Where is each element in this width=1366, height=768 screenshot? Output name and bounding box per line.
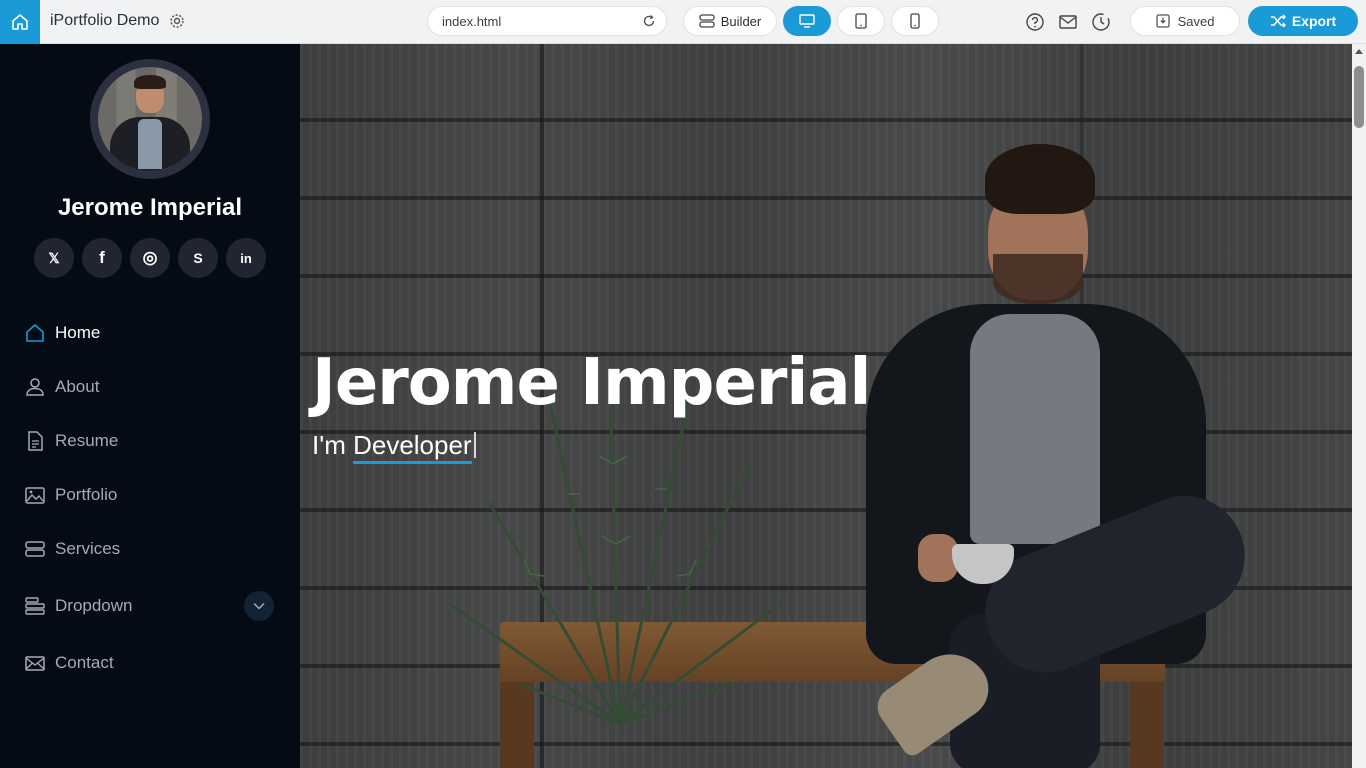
nav-label-portfolio: Portfolio [55, 485, 118, 504]
hero-section: Jerome Imperial I'm Developer [300, 44, 1352, 768]
instagram-icon: ◎ [142, 248, 158, 267]
scroll-up-arrow[interactable] [1355, 49, 1363, 54]
nav-item-resume[interactable]: Resume [24, 414, 276, 468]
tablet-view-button[interactable] [837, 6, 885, 36]
save-icon [1155, 14, 1170, 28]
x-link[interactable]: 𝕏 [34, 238, 74, 278]
typed-text: Developer [353, 430, 472, 464]
help-icon[interactable] [1025, 12, 1045, 32]
scrollbar-thumb[interactable] [1354, 66, 1364, 128]
home-icon [12, 14, 28, 30]
server-icon [25, 541, 45, 557]
menu-icon [25, 597, 45, 615]
avatar [90, 59, 210, 179]
nav-item-portfolio[interactable]: Portfolio [24, 468, 276, 522]
skype-link[interactable]: S [178, 238, 218, 278]
mobile-view-button[interactable] [891, 6, 939, 36]
builder-icon [699, 14, 715, 28]
hero-title: Jerome Imperial [312, 346, 871, 420]
export-button[interactable]: Export [1248, 6, 1358, 36]
linkedin-link[interactable]: in [226, 238, 266, 278]
person-icon [26, 378, 44, 396]
nav-label-services: Services [55, 539, 121, 558]
nav-label-contact: Contact [55, 653, 114, 672]
house-icon [26, 324, 44, 342]
hero-subtitle: I'm Developer [312, 430, 476, 464]
desktop-view-button[interactable] [783, 6, 831, 36]
export-label: Export [1291, 13, 1337, 29]
saved-label: Saved [1177, 13, 1215, 29]
desktop-icon [799, 14, 815, 28]
sidebar: Jerome Imperial 𝕏 f ◎ S in Home About Re… [0, 44, 300, 768]
facebook-link[interactable]: f [82, 238, 122, 278]
mail-icon[interactable] [1058, 12, 1078, 32]
typing-cursor [473, 432, 476, 458]
nav-label-home: Home [55, 323, 101, 342]
history-icon[interactable] [1091, 12, 1111, 32]
reload-icon[interactable] [642, 14, 656, 28]
gear-icon[interactable] [169, 13, 185, 29]
skype-icon: S [193, 250, 203, 266]
nav-item-about[interactable]: About [24, 360, 276, 414]
hero-prefix: I'm [312, 430, 354, 460]
home-button[interactable] [0, 0, 40, 44]
builder-button[interactable]: Builder [683, 6, 777, 36]
chevron-down-icon [253, 602, 265, 610]
scrollbar[interactable] [1352, 44, 1366, 768]
dropdown-toggle[interactable] [244, 591, 274, 621]
app-title: iPortfolio Demo [50, 12, 160, 29]
tablet-icon [855, 13, 867, 29]
instagram-link[interactable]: ◎ [130, 238, 170, 278]
mobile-icon [910, 13, 920, 29]
nav-menu: Home About Resume Portfolio Services Dro… [24, 306, 276, 690]
nav-item-contact[interactable]: Contact [24, 636, 276, 690]
nav-label-resume: Resume [55, 431, 119, 450]
x-icon: 𝕏 [48, 249, 60, 266]
nav-label-about: About [55, 377, 100, 396]
url-field[interactable]: index.html [427, 6, 667, 36]
nav-label-dropdown: Dropdown [55, 596, 133, 615]
nav-item-services[interactable]: Services [24, 522, 276, 576]
linkedin-icon: in [240, 250, 252, 266]
file-icon [28, 431, 43, 451]
nav-item-home[interactable]: Home [24, 306, 276, 360]
url-text: index.html [442, 14, 502, 29]
envelope-icon [25, 656, 45, 671]
social-links: 𝕏 f ◎ S in [34, 238, 266, 278]
saved-button[interactable]: Saved [1130, 6, 1240, 36]
facebook-icon: f [99, 248, 105, 267]
images-icon [25, 487, 45, 504]
nav-item-dropdown[interactable]: Dropdown [24, 576, 276, 636]
shuffle-icon [1270, 14, 1286, 28]
builder-label: Builder [720, 13, 762, 29]
top-toolbar: iPortfolio Demo index.html Builder Saved… [0, 0, 1366, 44]
profile-name: Jerome Imperial [57, 194, 243, 221]
